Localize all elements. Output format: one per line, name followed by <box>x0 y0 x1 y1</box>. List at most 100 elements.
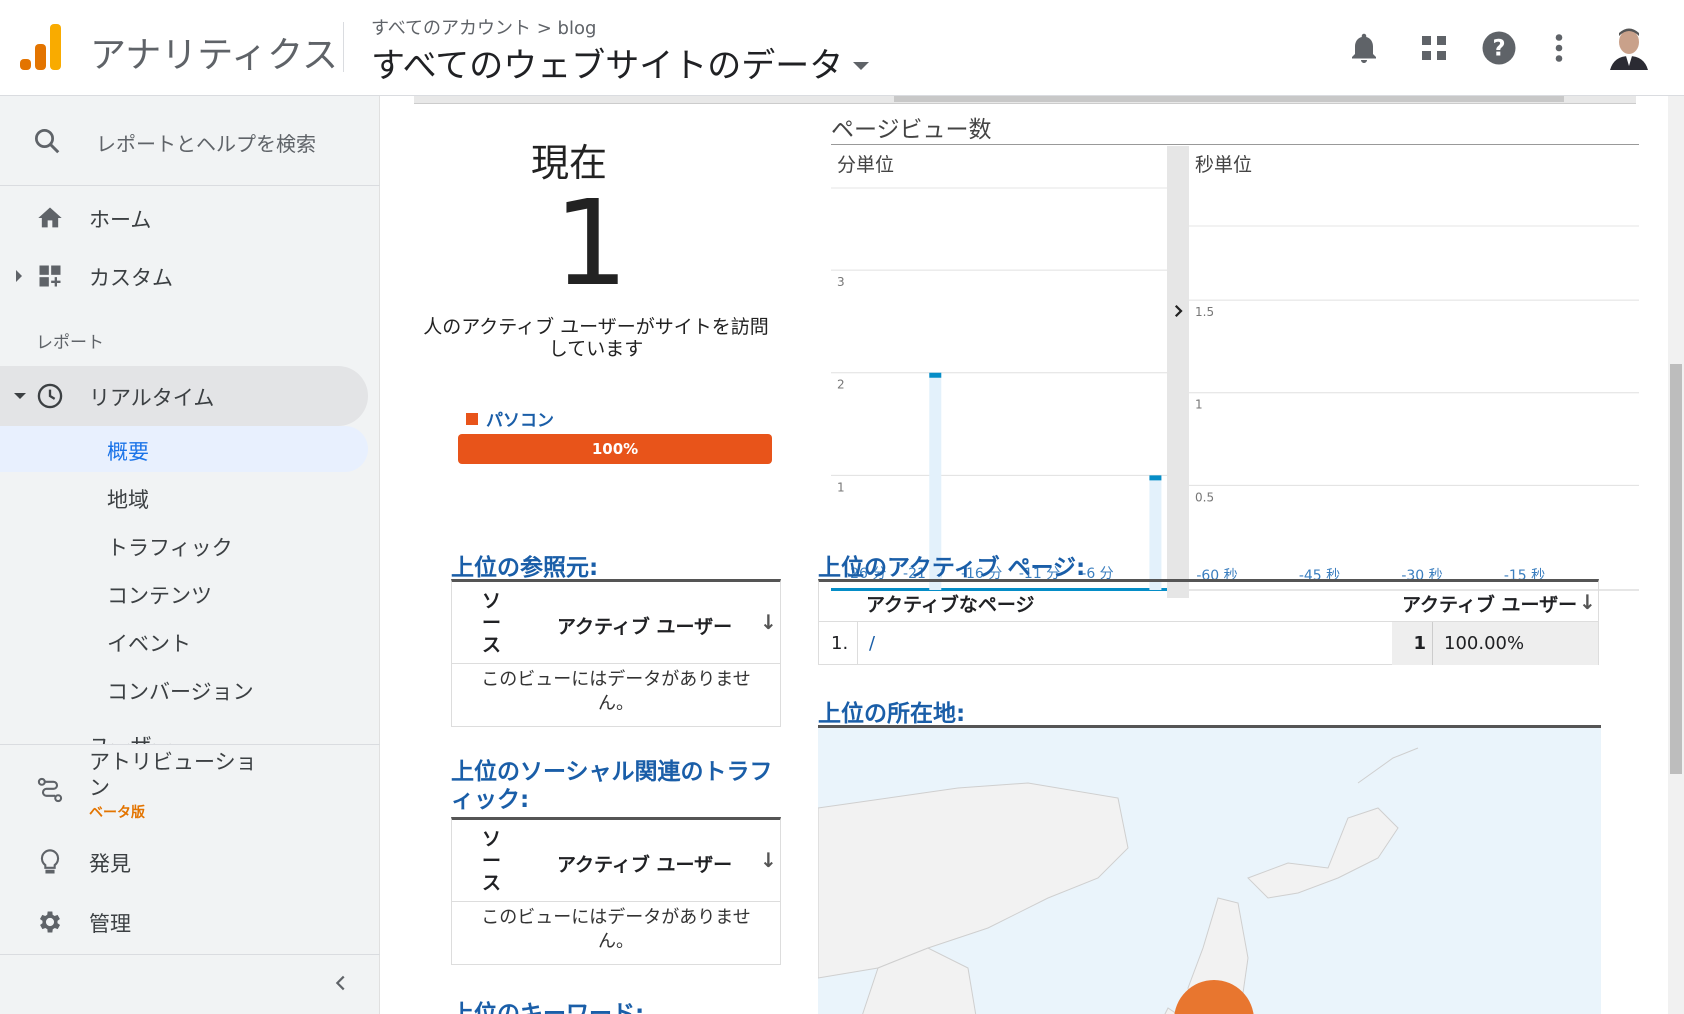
sort-down-icon[interactable]: ↓ <box>760 610 777 634</box>
sidebar-item-label: ユーザー <box>89 730 173 744</box>
sort-down-icon[interactable]: ↓ <box>1579 590 1596 614</box>
search-reports[interactable]: レポートとヘルプを検索 <box>0 96 380 186</box>
sidebar-subitem-label: 概要 <box>107 440 149 464</box>
table-header: ソース アクティブ ユーザー ↓ <box>452 582 780 664</box>
help-icon[interactable]: ? <box>1481 30 1517 66</box>
search-icon <box>35 129 60 154</box>
page-scrollbar[interactable] <box>1668 96 1684 1014</box>
top-active-pages-title: 上位のアクティブ ページ: <box>818 555 1086 581</box>
pageviews-divider <box>831 144 1639 145</box>
col-source[interactable]: ソース <box>482 828 504 894</box>
top-referrers-title: 上位の参照元: <box>451 555 599 581</box>
col-active-page[interactable]: アクティブなページ <box>866 590 1035 617</box>
analytics-logo-icon[interactable] <box>20 24 62 70</box>
col-active-users[interactable]: アクティブ ユーザー <box>1402 590 1577 617</box>
top-locations-title: 上位の所在地: <box>818 701 966 727</box>
sidebar-subitem-conversions[interactable]: コンバージョン <box>0 666 368 712</box>
sidebar-item-realtime[interactable]: リアルタイム <box>0 366 368 426</box>
empty-message: このビューにはデータがありません。 <box>481 907 751 952</box>
sidebar-item-label: 管理 <box>89 912 131 936</box>
sidebar-subitem-label: イベント <box>107 632 191 656</box>
sidebar-item-label: カスタム <box>89 266 173 290</box>
legend-swatch <box>466 412 478 425</box>
more-vert-icon[interactable] <box>1541 30 1577 66</box>
col-active-users[interactable]: アクティブ ユーザー <box>557 612 732 639</box>
top-bar: アナリティクス すべてのアカウント > blog すべてのウェブサイトのデータ … <box>0 0 1684 96</box>
svg-text:?: ? <box>1492 36 1505 62</box>
empty-message: このビューにはデータがありません。 <box>481 669 751 714</box>
device-share-bar: 100% <box>458 434 772 464</box>
sort-down-icon[interactable]: ↓ <box>760 848 777 872</box>
breadcrumb[interactable]: すべてのアカウント > blog <box>371 14 596 40</box>
sidebar-subitem-label: 地域 <box>107 488 149 512</box>
header-divider <box>343 22 344 72</box>
per-minute-chart: 123-26 分 -21 分 -16 分 -11 分 -6 分 <box>831 187 1167 591</box>
horizontal-scrollbar-thumb[interactable] <box>894 96 1564 102</box>
bar[interactable] <box>1149 475 1162 481</box>
clock-icon <box>37 383 63 409</box>
row-users: 1 <box>1413 633 1426 654</box>
sidebar-item-admin[interactable]: 管理 <box>0 894 368 950</box>
top-referrers-table: ソース アクティブ ユーザー ↓ このビューにはデータがありません。 <box>451 579 781 727</box>
collapse-sidebar-icon[interactable] <box>330 972 352 994</box>
sidebar-item-custom[interactable]: カスタム <box>0 248 368 304</box>
sidebar-subitem-overview[interactable]: 概要 <box>0 426 368 472</box>
lightbulb-icon <box>40 849 60 874</box>
sidebar-item-home[interactable]: ホーム <box>0 190 368 246</box>
japan-map <box>818 747 1419 1014</box>
device-share-pct: 100% <box>591 440 639 458</box>
y-tick-label: 3 <box>837 275 845 289</box>
page-link[interactable]: / <box>869 633 875 654</box>
col-source[interactable]: ソース <box>482 590 504 656</box>
collapse-arrow-icon <box>14 393 26 399</box>
table-header: ソース アクティブ ユーザー ↓ <box>452 820 780 902</box>
sidebar-item-users[interactable]: ユーザー <box>0 728 380 744</box>
apps-grid-icon[interactable] <box>1416 30 1452 66</box>
sidebar-item-label-cont: ン <box>89 776 110 800</box>
device-legend: パソコン <box>466 406 554 431</box>
attribution-icon <box>37 777 63 803</box>
sidebar-item-attribution[interactable]: アトリビューショ ン ベータ版 <box>0 746 368 836</box>
sidebar-item-label: 発見 <box>89 852 131 876</box>
top-keywords-title: 上位のキーワード: <box>451 1001 645 1014</box>
pageviews-title: ページビュー数 <box>831 117 992 143</box>
avatar[interactable] <box>1606 24 1652 70</box>
gear-icon <box>39 911 61 933</box>
sidebar-item-label: リアルタイム <box>89 386 215 410</box>
bar[interactable] <box>929 372 942 378</box>
dashboard-add-icon <box>39 265 61 287</box>
y-tick-label: 1 <box>1195 398 1203 412</box>
sidebar-item-discover[interactable]: 発見 <box>0 834 368 890</box>
view-selector[interactable]: すべてのウェブサイトのデータ <box>371 38 870 87</box>
active-users-count: 1 <box>553 174 629 312</box>
sidebar-subitem-locations[interactable]: 地域 <box>0 474 368 520</box>
app-name: アナリティクス <box>90 35 339 76</box>
sidebar-item-label: アトリビューショ <box>89 750 257 774</box>
sidebar-item-label: ホーム <box>89 208 152 232</box>
table-row[interactable]: 1. / 1 100.00% <box>819 622 1598 665</box>
horizontal-scrollbar[interactable] <box>414 96 1636 104</box>
bar-background[interactable] <box>1149 475 1162 590</box>
top-social-title: 上位のソーシャル関連のトラフィック: <box>451 759 773 813</box>
sidebar: レポートとヘルプを検索 ホーム カスタム レポート リアルタイム 概要 地域 ト… <box>0 96 380 1014</box>
y-tick-label: 2 <box>837 378 845 392</box>
row-pct: 100.00% <box>1444 633 1525 654</box>
sidebar-subitem-events[interactable]: イベント <box>0 618 368 664</box>
page-scrollbar-thumb[interactable] <box>1670 364 1682 774</box>
sidebar-subitem-content[interactable]: コンテンツ <box>0 570 368 616</box>
row-rank: 1. <box>831 633 849 654</box>
table-header: アクティブなページ アクティブ ユーザー ↓ <box>819 582 1598 622</box>
locations-map[interactable] <box>818 725 1601 1014</box>
bell-icon[interactable] <box>1346 30 1382 66</box>
y-tick-label: 1.5 <box>1195 305 1214 319</box>
sidebar-subitem-traffic[interactable]: トラフィック <box>0 522 368 568</box>
sidebar-subitem-label: コンテンツ <box>107 584 212 608</box>
y-tick-label: 0.5 <box>1195 490 1214 504</box>
sidebar-divider <box>0 954 380 955</box>
home-icon <box>38 207 62 228</box>
chart-toggle[interactable] <box>1167 146 1189 598</box>
col-active-users[interactable]: アクティブ ユーザー <box>557 850 732 877</box>
top-social-table: ソース アクティブ ユーザー ↓ このビューにはデータがありません。 <box>451 817 781 965</box>
section-label-reports: レポート <box>36 333 104 353</box>
sidebar-subitem-label: コンバージョン <box>107 680 254 704</box>
